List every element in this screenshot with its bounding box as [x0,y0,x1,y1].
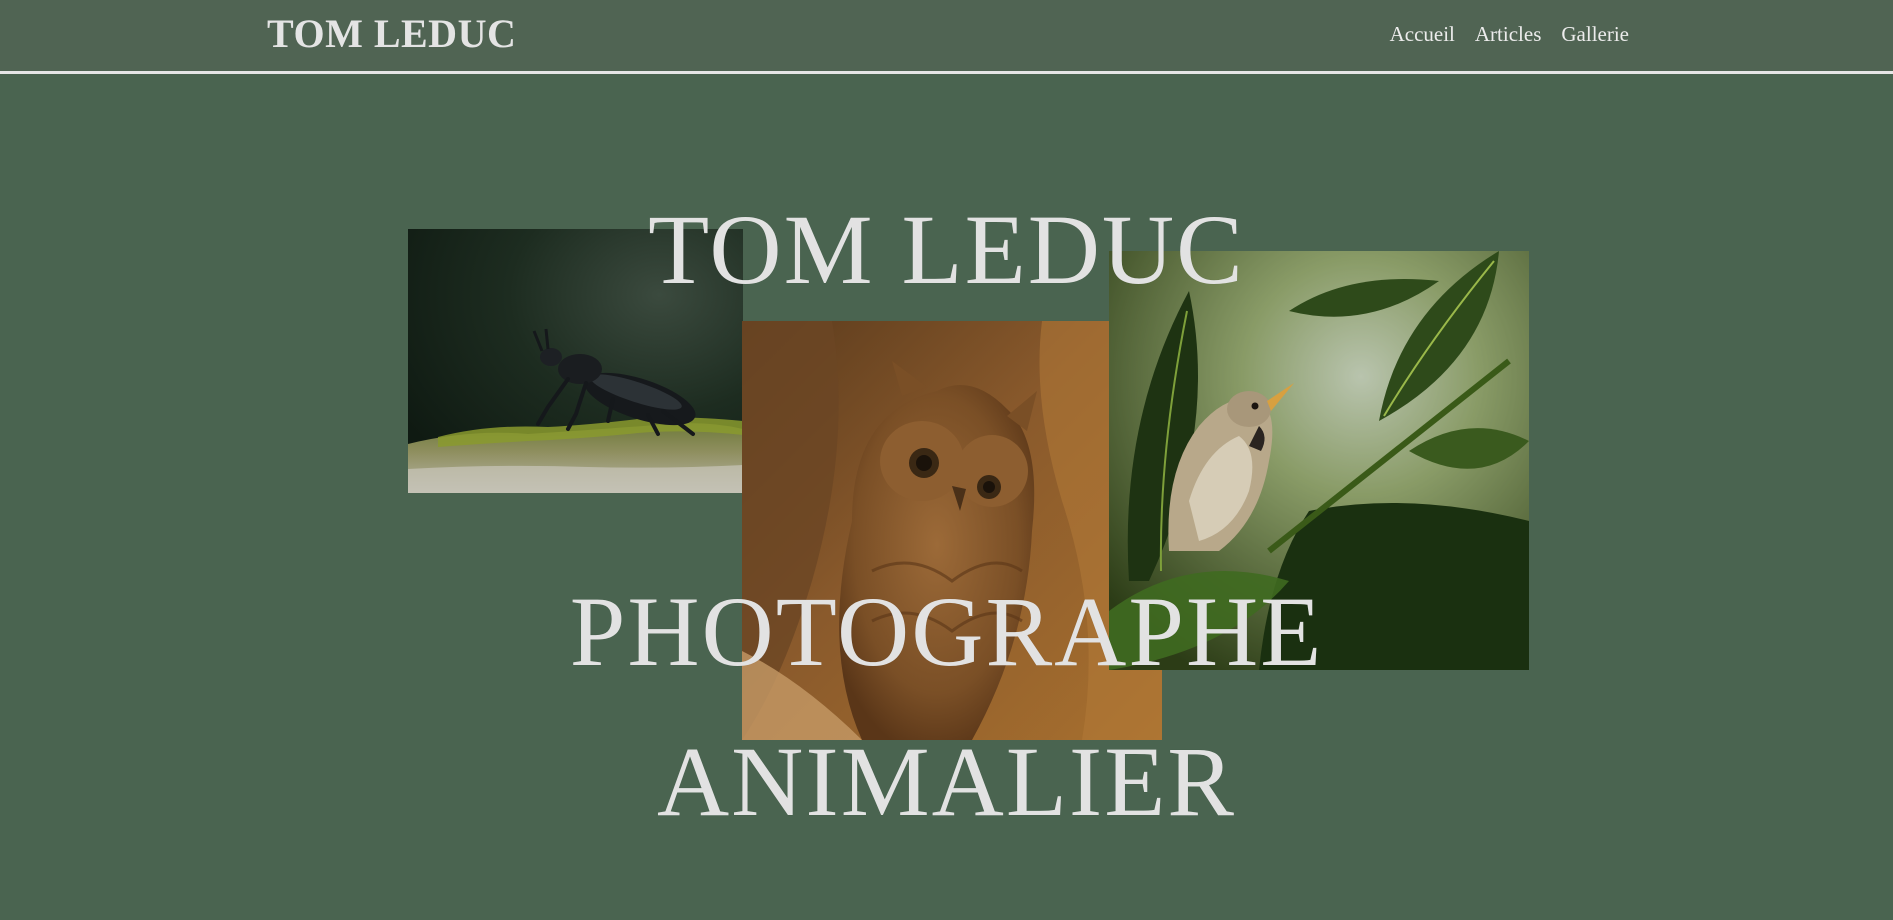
nav-link-accueil[interactable]: Accueil [1390,22,1455,47]
hero-title-photographe: PHOTOGRAPHE [569,576,1324,687]
hero-title-animalier: ANIMALIER [656,726,1237,837]
brand-logo-link[interactable]: TOM LEDUC [267,10,516,57]
main-nav: Accueil Articles Gallerie [1390,22,1629,47]
nav-link-gallerie[interactable]: Gallerie [1561,22,1629,47]
hero-section: TOM LEDUC PHOTOGRAPHE ANIMALIER [0,74,1893,920]
site-header: TOM LEDUC Accueil Articles Gallerie [0,0,1893,74]
nav-link-articles[interactable]: Articles [1475,22,1541,47]
hero-title-name: TOM LEDUC [648,194,1245,305]
